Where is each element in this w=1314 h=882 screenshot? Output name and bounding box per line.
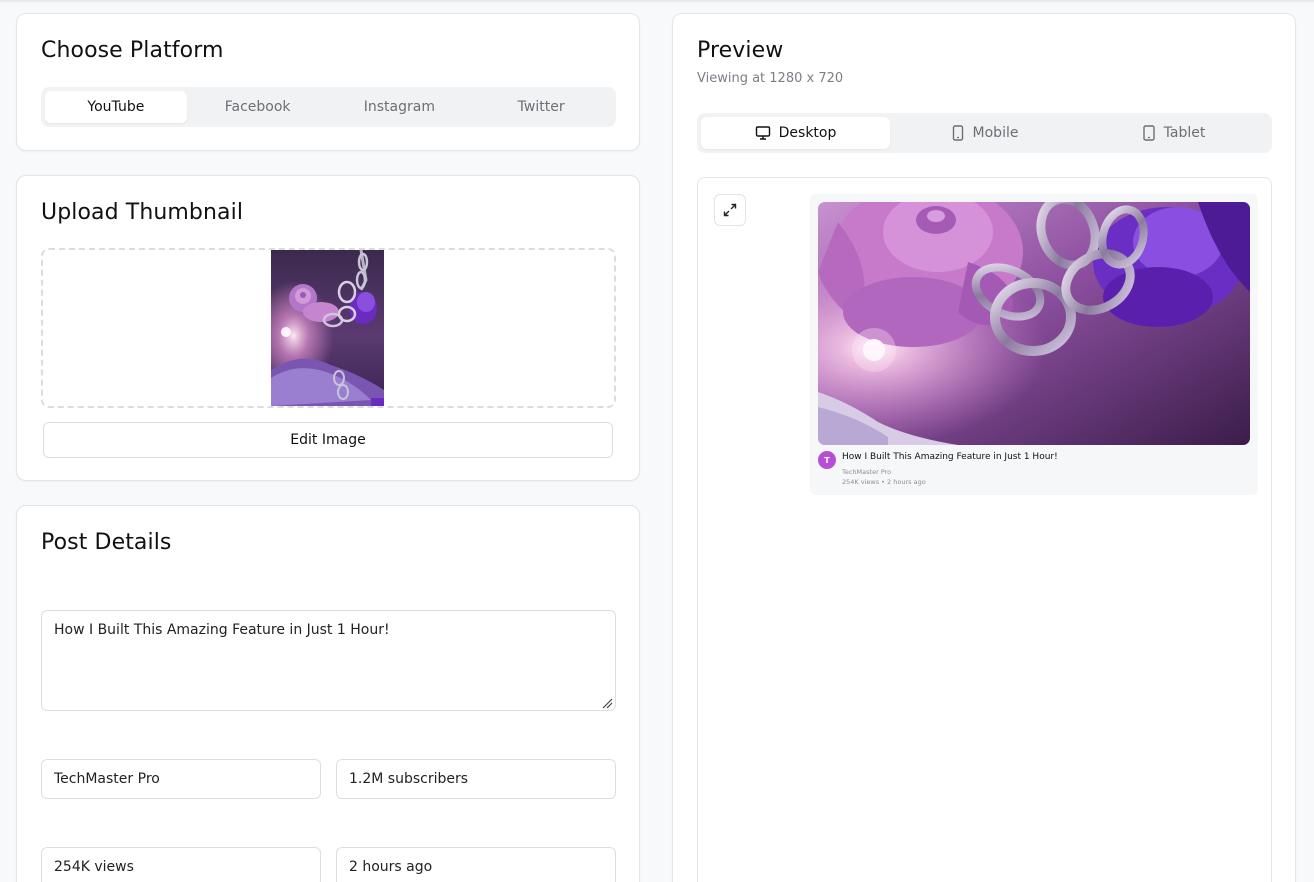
edit-image-button[interactable]: Edit Image <box>43 422 613 458</box>
platform-tabs: YouTube Facebook Instagram Twitter <box>41 87 616 127</box>
tablet-icon <box>1142 125 1155 141</box>
preview-views-time: 254K views • 2 hours ago <box>842 478 926 486</box>
youtube-video-card[interactable]: T How I Built This Amazing Feature in Ju… <box>810 194 1258 495</box>
post-details-card: Post Details How I Built This Amazing Fe… <box>16 505 640 882</box>
tab-tablet-label: Tablet <box>1163 125 1206 141</box>
resize-grip-icon[interactable] <box>601 697 613 709</box>
choose-platform-title: Choose Platform <box>41 38 224 63</box>
post-details-title: Post Details <box>41 530 172 555</box>
uploaded-thumbnail-image <box>271 250 384 406</box>
upload-dropzone[interactable] <box>41 248 616 408</box>
preview-channel-name[interactable]: TechMaster Pro <box>842 468 891 476</box>
tab-mobile-label: Mobile <box>972 125 1019 141</box>
monitor-icon <box>755 126 770 140</box>
upload-thumbnail-title: Upload Thumbnail <box>41 200 244 225</box>
smartphone-icon <box>952 125 963 141</box>
tab-instagram[interactable]: Instagram <box>329 91 471 123</box>
views-input[interactable]: 254K views <box>41 847 321 882</box>
choose-platform-card: Choose Platform YouTube Facebook Instagr… <box>16 13 640 151</box>
tab-youtube[interactable]: YouTube <box>45 91 187 123</box>
video-title-textarea[interactable]: How I Built This Amazing Feature in Just… <box>41 610 616 711</box>
preview-video-title[interactable]: How I Built This Amazing Feature in Just… <box>842 452 1058 462</box>
channel-name-input[interactable]: TechMaster Pro <box>41 759 321 799</box>
tab-desktop-label: Desktop <box>778 125 837 141</box>
preview-card: Preview Viewing at 1280 x 720 Desktop Mo… <box>672 13 1296 882</box>
time-ago-input[interactable]: 2 hours ago <box>336 847 616 882</box>
expand-icon <box>723 203 737 217</box>
video-thumbnail[interactable] <box>818 202 1250 445</box>
tab-mobile[interactable]: Mobile <box>890 117 1079 149</box>
tab-desktop[interactable]: Desktop <box>701 117 890 149</box>
channel-avatar[interactable]: T <box>818 451 836 469</box>
preview-resolution: Viewing at 1280 x 720 <box>697 71 844 86</box>
upload-thumbnail-card: Upload Thumbnail Edit Image <box>16 175 640 481</box>
preview-title: Preview <box>697 38 784 63</box>
expand-button[interactable] <box>714 194 746 226</box>
tab-tablet[interactable]: Tablet <box>1079 117 1268 149</box>
top-shadow <box>0 0 1314 4</box>
subscribers-input[interactable]: 1.2M subscribers <box>336 759 616 799</box>
device-tabs: Desktop Mobile Tablet <box>697 113 1272 153</box>
tab-facebook[interactable]: Facebook <box>187 91 329 123</box>
tab-twitter[interactable]: Twitter <box>470 91 612 123</box>
preview-canvas: T How I Built This Amazing Feature in Ju… <box>697 177 1272 882</box>
